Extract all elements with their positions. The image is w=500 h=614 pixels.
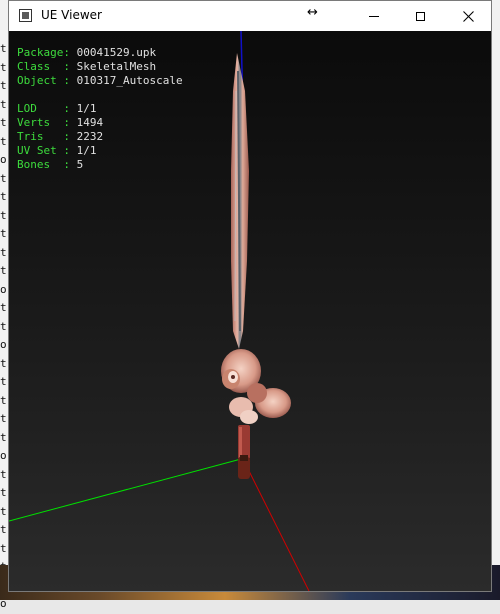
background-char: t [0, 79, 7, 92]
background-char: t [0, 430, 7, 444]
background-char: t [0, 245, 7, 259]
title-bar[interactable]: UE Viewer ↔ [9, 1, 491, 31]
info-class: Class : SkeletalMesh [17, 60, 157, 73]
background-char: t [0, 97, 7, 111]
background-char: t [0, 523, 7, 536]
window-title: UE Viewer [41, 8, 102, 22]
background-char: t [0, 541, 7, 555]
background-char: t [0, 190, 7, 203]
sword-mesh [221, 53, 291, 479]
info-package: Package: 00041529.upk [17, 46, 157, 59]
background-char: t [0, 393, 7, 407]
background-char: o [0, 449, 7, 462]
background-char: t [0, 375, 7, 388]
maximize-icon [415, 11, 425, 21]
app-icon [19, 9, 32, 22]
background-char: t [0, 319, 7, 333]
3d-viewport[interactable]: Package: 00041529.upk Class : SkeletalMe… [9, 31, 491, 591]
close-icon [462, 10, 474, 22]
background-char: o [0, 153, 7, 166]
info-tris: Tris : 2232 [17, 130, 104, 143]
info-object: Object : 010317_Autoscale [17, 74, 183, 87]
ue-viewer-window[interactable]: UE Viewer ↔ Package: 00041529.upk Class … [8, 0, 492, 592]
info-verts: Verts : 1494 [17, 116, 104, 129]
info-lod: LOD : 1/1 [17, 102, 97, 115]
background-char: t [0, 486, 7, 499]
resize-cursor-icon: ↔ [307, 5, 318, 20]
background-char: t [0, 116, 7, 129]
background-char: t [0, 264, 7, 277]
info-bones: Bones : 5 [17, 158, 84, 171]
minimize-icon [369, 15, 379, 17]
axis-x-line [242, 458, 310, 591]
background-char: t [0, 60, 7, 74]
background-char: t [0, 412, 7, 425]
minimize-button[interactable] [351, 1, 397, 31]
background-char: t [0, 227, 7, 240]
background-char: t [0, 134, 7, 148]
info-uvset: UV Set : 1/1 [17, 144, 97, 157]
background-char: t [0, 504, 7, 518]
background-char: t [0, 171, 7, 185]
background-char: t [0, 42, 7, 55]
background-char: o [0, 282, 7, 296]
background-text-left: ttttttottttttottotttttottttttto [0, 40, 8, 614]
background-char: o [0, 338, 7, 351]
background-char: t [0, 208, 7, 222]
close-button[interactable] [445, 1, 491, 31]
maximize-button[interactable] [397, 1, 443, 31]
background-char: t [0, 467, 7, 481]
axis-y-line [9, 458, 242, 522]
background-char: t [0, 356, 7, 370]
background-char: t [0, 301, 7, 314]
